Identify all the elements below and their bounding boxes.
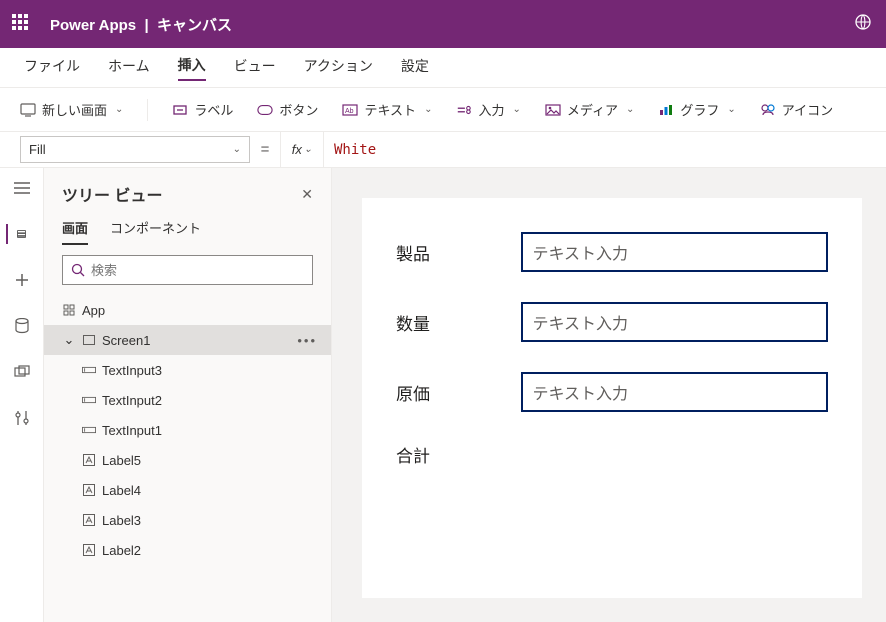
property-selector[interactable]: Fill ⌄ bbox=[20, 136, 250, 163]
canvas-label-product[interactable]: 製品 bbox=[396, 240, 521, 265]
close-icon[interactable]: ✕ bbox=[301, 186, 313, 203]
menu-view[interactable]: ビュー bbox=[234, 56, 276, 80]
app-header: Power Apps | キャンバス bbox=[0, 0, 886, 48]
insert-text-button[interactable]: Ab テキスト⌄ bbox=[342, 100, 432, 119]
canvas-textinput-cost[interactable]: テキスト入力 bbox=[521, 372, 829, 412]
chart-icon bbox=[658, 102, 674, 118]
rail-data[interactable] bbox=[12, 316, 32, 336]
chevron-down-icon: ⌄ bbox=[424, 104, 432, 115]
button-icon bbox=[257, 102, 273, 118]
app-icon bbox=[62, 303, 76, 317]
tree-search[interactable] bbox=[62, 255, 313, 285]
canvas-textinput-product[interactable]: テキスト入力 bbox=[521, 232, 829, 272]
insert-media-button[interactable]: メディア⌄ bbox=[545, 100, 634, 119]
menu-home[interactable]: ホーム bbox=[108, 56, 150, 80]
menu-bar: ファイル ホーム 挿入 ビュー アクション 設定 bbox=[0, 48, 886, 88]
textinput-icon bbox=[82, 393, 96, 407]
insert-icons-button[interactable]: アイコン bbox=[760, 100, 833, 119]
equals-sign: = bbox=[250, 132, 280, 167]
formula-input[interactable]: White bbox=[324, 132, 886, 167]
tree-item-textinput3[interactable]: TextInput3 bbox=[44, 355, 331, 385]
tree-item-textinput1[interactable]: TextInput1 bbox=[44, 415, 331, 445]
menu-settings[interactable]: 設定 bbox=[401, 56, 429, 80]
svg-text:Ab: Ab bbox=[345, 108, 354, 115]
canvas-label-quantity[interactable]: 数量 bbox=[396, 310, 521, 335]
rail-advanced[interactable] bbox=[12, 408, 32, 428]
tree-item-app[interactable]: App bbox=[44, 295, 331, 325]
chevron-down-icon: ⌄ bbox=[304, 144, 312, 155]
text-icon: Ab bbox=[342, 102, 358, 118]
canvas-textinput-quantity[interactable]: テキスト入力 bbox=[521, 302, 829, 342]
ribbon-toolbar: 新しい画面⌄ ラベル ボタン Ab テキスト⌄ 入力⌄ メディア⌄ グラフ⌄ ア… bbox=[0, 88, 886, 132]
search-icon bbox=[71, 263, 85, 277]
canvas-area[interactable]: 製品 テキスト入力 数量 テキスト入力 原価 テキスト入力 合計 bbox=[332, 168, 886, 622]
chevron-down-icon: ⌄ bbox=[233, 144, 241, 155]
tab-components[interactable]: コンポーネント bbox=[110, 218, 201, 245]
chevron-down-icon: ⌄ bbox=[626, 104, 634, 115]
insert-chart-button[interactable]: グラフ⌄ bbox=[658, 100, 735, 119]
menu-file[interactable]: ファイル bbox=[24, 56, 80, 80]
tree-search-input[interactable] bbox=[91, 263, 304, 278]
left-rail bbox=[0, 168, 44, 622]
tree-item-label5[interactable]: Label5 bbox=[44, 445, 331, 475]
tree-list: App ⌄ Screen1 ••• TextInput3 TextInput2 … bbox=[44, 295, 331, 622]
textinput-icon bbox=[82, 423, 96, 437]
tree-item-label2[interactable]: Label2 bbox=[44, 535, 331, 565]
label-icon bbox=[82, 483, 96, 497]
chevron-down-icon: ⌄ bbox=[115, 104, 123, 115]
insert-label-button[interactable]: ラベル bbox=[172, 100, 233, 119]
label-icon bbox=[82, 513, 96, 527]
rail-hamburger[interactable] bbox=[12, 178, 32, 198]
tree-item-label4[interactable]: Label4 bbox=[44, 475, 331, 505]
formula-bar: Fill ⌄ = fx ⌄ White bbox=[0, 132, 886, 168]
tree-item-screen1[interactable]: ⌄ Screen1 ••• bbox=[44, 325, 331, 355]
chevron-down-icon[interactable]: ⌄ bbox=[62, 333, 76, 347]
canvas-label-cost[interactable]: 原価 bbox=[396, 380, 521, 405]
tree-view-title: ツリー ビュー bbox=[62, 182, 162, 206]
input-icon bbox=[456, 102, 472, 118]
screen-icon bbox=[82, 333, 96, 347]
environment-icon[interactable] bbox=[854, 13, 872, 31]
tree-item-textinput2[interactable]: TextInput2 bbox=[44, 385, 331, 415]
label-icon bbox=[82, 453, 96, 467]
rail-media[interactable] bbox=[12, 362, 32, 382]
label-icon bbox=[172, 102, 188, 118]
menu-insert[interactable]: 挿入 bbox=[178, 55, 206, 81]
insert-button-button[interactable]: ボタン bbox=[257, 100, 318, 119]
screen-icon bbox=[20, 102, 36, 118]
menu-action[interactable]: アクション bbox=[304, 56, 373, 80]
icons-icon bbox=[760, 102, 776, 118]
fx-label[interactable]: fx ⌄ bbox=[280, 132, 324, 167]
rail-tree-view[interactable] bbox=[6, 224, 26, 244]
tree-view-panel: ツリー ビュー ✕ 画面 コンポーネント App ⌄ Screen1 ••• bbox=[44, 168, 332, 622]
header-title: Power Apps | キャンバス bbox=[50, 14, 232, 35]
chevron-down-icon: ⌄ bbox=[512, 104, 520, 115]
rail-insert[interactable] bbox=[12, 270, 32, 290]
textinput-icon bbox=[82, 363, 96, 377]
waffle-icon[interactable] bbox=[12, 14, 32, 34]
insert-input-button[interactable]: 入力⌄ bbox=[456, 100, 520, 119]
canvas-label-total[interactable]: 合計 bbox=[396, 442, 526, 467]
tree-item-label3[interactable]: Label3 bbox=[44, 505, 331, 535]
media-icon bbox=[545, 102, 561, 118]
new-screen-button[interactable]: 新しい画面⌄ bbox=[20, 100, 123, 119]
canvas-screen1[interactable]: 製品 テキスト入力 数量 テキスト入力 原価 テキスト入力 合計 bbox=[362, 198, 862, 598]
label-icon bbox=[82, 543, 96, 557]
tab-screens[interactable]: 画面 bbox=[62, 218, 88, 245]
chevron-down-icon: ⌄ bbox=[727, 104, 735, 115]
more-icon[interactable]: ••• bbox=[297, 333, 317, 348]
